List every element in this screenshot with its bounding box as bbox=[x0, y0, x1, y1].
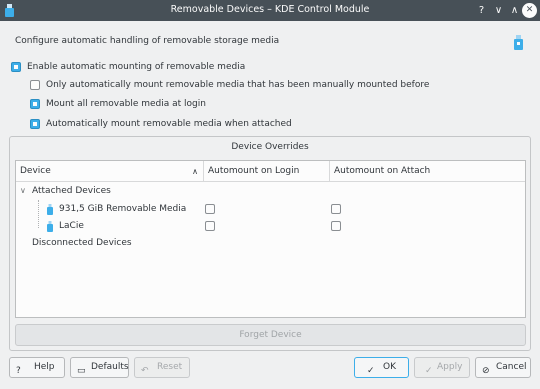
maximize-icon[interactable]: ∧ bbox=[507, 3, 522, 18]
column-header-device-label: Device bbox=[20, 166, 51, 176]
expand-chevron-icon[interactable]: ∨ bbox=[20, 186, 26, 195]
close-icon[interactable]: ✕ bbox=[522, 3, 537, 18]
only-previously-mounted-checkbox[interactable] bbox=[30, 80, 40, 90]
window-title: Removable Devices – KDE Control Module bbox=[170, 4, 370, 15]
sort-ascending-icon: ∧ bbox=[192, 167, 198, 176]
ok-button-label: OK bbox=[383, 362, 396, 372]
mount-when-attached-checkbox[interactable] bbox=[30, 119, 40, 129]
device-tree[interactable]: Device ∧ Automount on Login Automount on… bbox=[15, 160, 526, 318]
column-header-device[interactable]: Device ∧ bbox=[16, 161, 204, 182]
apply-button-label: Apply bbox=[437, 362, 463, 372]
check-icon: ✓ bbox=[367, 366, 375, 376]
reset-button-label: Reset bbox=[157, 362, 183, 372]
defaults-button-label: Defaults bbox=[91, 362, 129, 372]
login-override-checkbox[interactable] bbox=[205, 204, 215, 214]
attach-override-checkbox[interactable] bbox=[331, 204, 341, 214]
usb-drive-icon bbox=[47, 204, 53, 215]
tree-group-disconnected[interactable]: Disconnected Devices bbox=[16, 235, 525, 252]
help-button[interactable]: ? Help bbox=[9, 357, 65, 378]
enable-automount-checkbox[interactable] bbox=[11, 62, 21, 72]
reset-button[interactable]: ↶ Reset bbox=[134, 357, 190, 378]
help-icon: ? bbox=[16, 366, 21, 376]
mount-when-attached-label[interactable]: Automatically mount removable media when… bbox=[46, 119, 292, 129]
defaults-button[interactable]: ▭ Defaults bbox=[70, 357, 129, 378]
forget-device-button[interactable]: Forget Device bbox=[15, 324, 526, 346]
usb-drive-icon bbox=[514, 35, 523, 50]
usb-drive-icon bbox=[47, 221, 53, 232]
cancel-button[interactable]: ⊘ Cancel bbox=[475, 357, 531, 378]
cancel-icon: ⊘ bbox=[482, 366, 490, 376]
group-label-disconnected: Disconnected Devices bbox=[32, 238, 132, 248]
title-bar: Removable Devices – KDE Control Module ?… bbox=[0, 0, 540, 21]
tree-header: Device ∧ Automount on Login Automount on… bbox=[16, 161, 525, 182]
group-label-attached: Attached Devices bbox=[32, 186, 111, 196]
ok-button[interactable]: ✓ OK bbox=[354, 357, 409, 378]
device-overrides-title: Device Overrides bbox=[231, 142, 309, 152]
defaults-icon: ▭ bbox=[77, 366, 86, 376]
tree-group-attached[interactable]: ∨ Attached Devices bbox=[16, 183, 525, 200]
column-header-login[interactable]: Automount on Login bbox=[204, 161, 330, 182]
reset-icon: ↶ bbox=[141, 366, 149, 376]
check-icon: ✓ bbox=[425, 366, 433, 376]
only-previously-mounted-label[interactable]: Only automatically mount removable media… bbox=[46, 80, 429, 90]
help-icon[interactable]: ? bbox=[474, 3, 489, 18]
apply-button[interactable]: ✓ Apply bbox=[414, 357, 470, 378]
mount-at-login-checkbox[interactable] bbox=[30, 99, 40, 109]
device-name: 931,5 GiB Removable Media bbox=[59, 204, 187, 214]
device-name: LaCie bbox=[59, 221, 84, 231]
tree-row-device[interactable]: 931,5 GiB Removable Media bbox=[16, 201, 525, 218]
minimize-icon[interactable]: ∨ bbox=[491, 3, 506, 18]
column-header-attach[interactable]: Automount on Attach bbox=[330, 161, 525, 182]
mount-at-login-label[interactable]: Mount all removable media at login bbox=[46, 99, 206, 109]
page-heading: Configure automatic handling of removabl… bbox=[15, 36, 280, 46]
cancel-button-label: Cancel bbox=[496, 362, 527, 372]
attach-override-checkbox[interactable] bbox=[331, 221, 341, 231]
enable-automount-label[interactable]: Enable automatic mounting of removable m… bbox=[27, 62, 245, 72]
login-override-checkbox[interactable] bbox=[205, 221, 215, 231]
tree-row-device[interactable]: LaCie bbox=[16, 218, 525, 235]
help-button-label: Help bbox=[34, 362, 55, 372]
